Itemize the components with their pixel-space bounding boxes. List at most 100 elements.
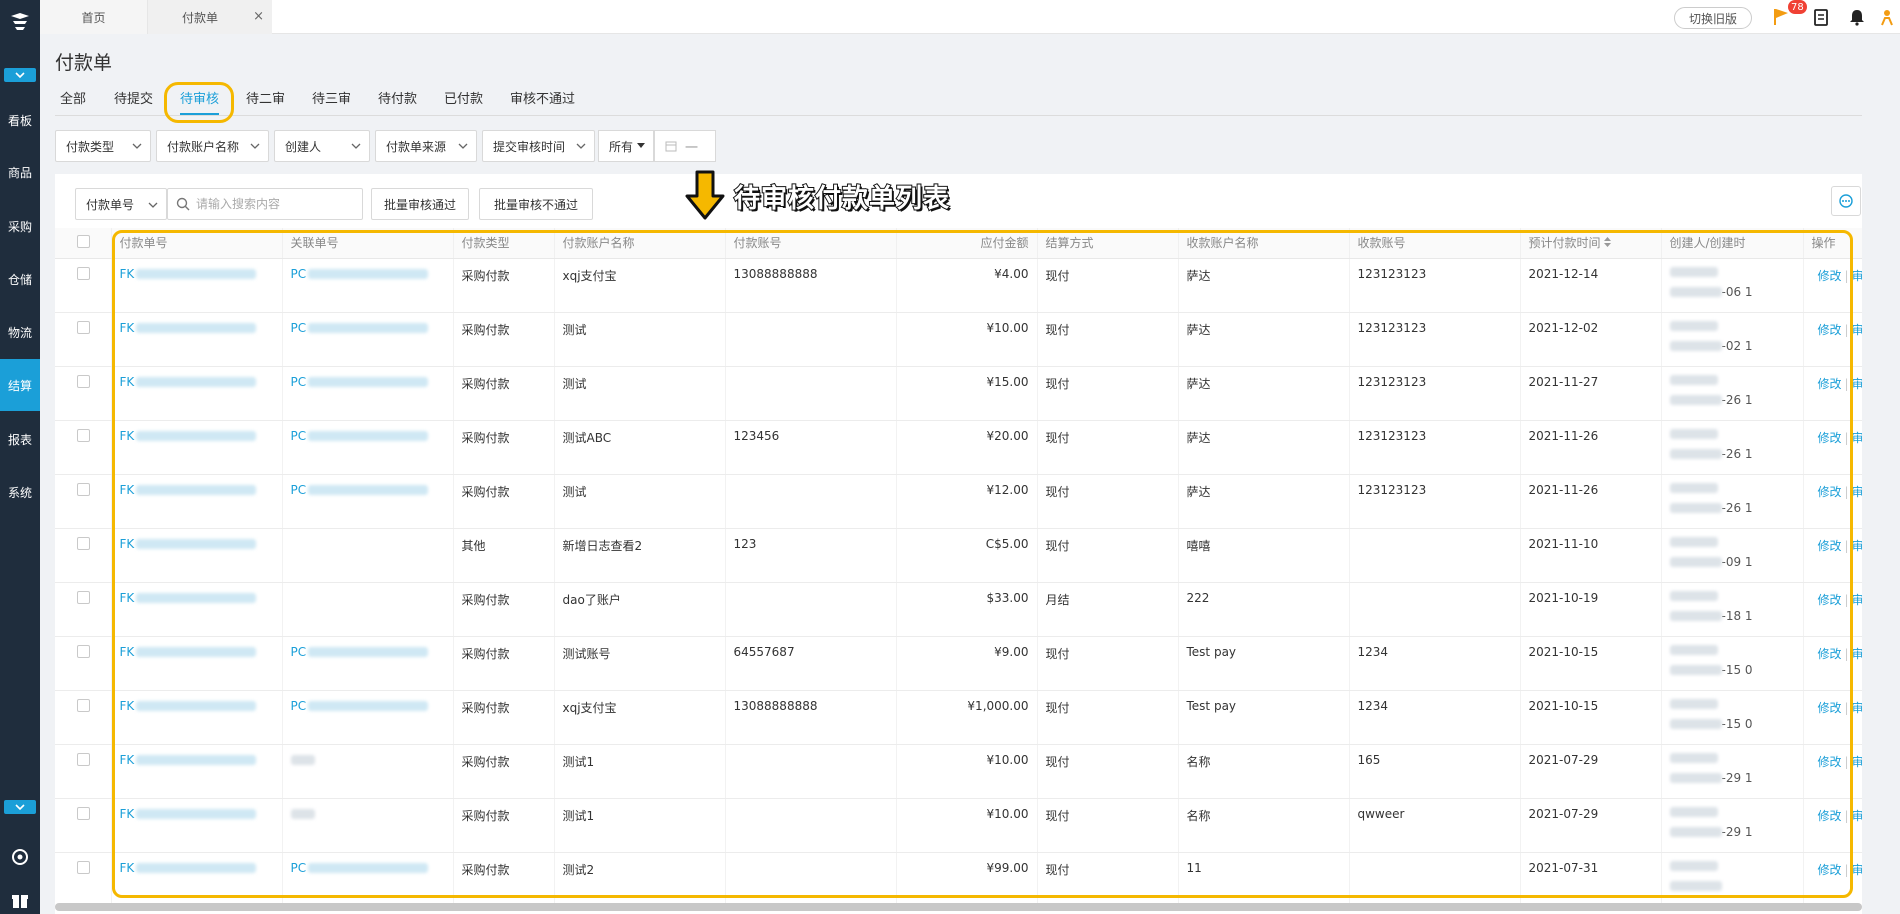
sidebar-item-logistics[interactable]: 物流 <box>0 306 40 358</box>
search-type-select[interactable]: 付款单号 <box>75 188 167 220</box>
edit-link[interactable]: 修改 <box>1818 485 1842 499</box>
tab-home[interactable]: 首页 <box>40 0 148 34</box>
review-detail-link[interactable]: 审核详情 <box>1852 485 1861 499</box>
review-detail-link[interactable]: 审核详情 <box>1852 701 1861 715</box>
submit-time-select[interactable]: 提交审核时间 <box>482 130 595 162</box>
row-checkbox[interactable] <box>77 374 90 388</box>
sidebar-item-purchase[interactable]: 采购 <box>0 200 40 252</box>
sidebar-item-warehouse[interactable]: 仓储 <box>0 253 40 305</box>
payment-no-link[interactable]: FK <box>120 699 135 713</box>
related-no-link[interactable]: PC <box>291 429 307 443</box>
tab-payment-orders[interactable]: 付款单 × <box>148 0 272 34</box>
row-checkbox[interactable] <box>77 698 90 712</box>
row-checkbox[interactable] <box>77 482 90 496</box>
clipboard-icon[interactable] <box>1810 6 1832 28</box>
edit-link[interactable]: 修改 <box>1818 269 1842 283</box>
payment-no-link[interactable]: FK <box>120 537 135 551</box>
related-no-link[interactable]: PC <box>291 645 307 659</box>
payment-no-link[interactable]: FK <box>120 429 135 443</box>
payment-no-link[interactable]: FK <box>120 483 135 497</box>
payment-no-link[interactable]: FK <box>120 807 135 821</box>
sidebar-collapse-bottom-icon[interactable] <box>4 800 36 814</box>
tab-second-review[interactable]: 待二审 <box>246 88 285 114</box>
edit-link[interactable]: 修改 <box>1818 539 1842 553</box>
close-icon[interactable]: × <box>253 9 264 24</box>
related-no-link[interactable]: PC <box>291 861 307 875</box>
row-checkbox[interactable] <box>77 590 90 604</box>
tab-pending-payment[interactable]: 待付款 <box>378 88 417 114</box>
review-detail-link[interactable]: 审核详情 <box>1852 269 1861 283</box>
related-no-link[interactable]: PC <box>291 699 307 713</box>
tab-all[interactable]: 全部 <box>60 88 86 114</box>
action-separator: | <box>1844 700 1849 715</box>
review-detail-link[interactable]: 审核详情 <box>1852 377 1861 391</box>
batch-reject-button[interactable]: 批量审核不通过 <box>479 188 593 220</box>
table-body: FK PC 采购付款 xqj支付宝 13088888888 ¥4.00 现付 萨达 123123… <box>55 258 1862 907</box>
creator-select[interactable]: 创建人 <box>274 130 370 162</box>
related-no-link[interactable]: PC <box>291 483 307 497</box>
edit-link[interactable]: 修改 <box>1818 431 1842 445</box>
row-checkbox[interactable] <box>77 320 90 334</box>
gift-icon[interactable] <box>0 886 40 914</box>
review-detail-link[interactable]: 审核详情 <box>1852 755 1861 769</box>
edit-link[interactable]: 修改 <box>1818 593 1842 607</box>
review-detail-link[interactable]: 审核详情 <box>1852 647 1861 661</box>
review-detail-link[interactable]: 审核详情 <box>1852 593 1861 607</box>
row-checkbox[interactable] <box>77 428 90 442</box>
payment-no-link[interactable]: FK <box>120 753 135 767</box>
row-checkbox[interactable] <box>77 860 90 874</box>
edit-link[interactable]: 修改 <box>1818 323 1842 337</box>
edit-link[interactable]: 修改 <box>1818 863 1842 877</box>
payment-no-link[interactable]: FK <box>120 861 135 875</box>
switch-old-version-button[interactable]: 切换旧版 <box>1674 7 1752 29</box>
review-detail-link[interactable]: 审核详情 <box>1852 539 1861 553</box>
row-checkbox[interactable] <box>77 806 90 820</box>
date-range-picker[interactable]: 一 <box>654 130 716 162</box>
sidebar-collapse-top-icon[interactable] <box>4 68 36 82</box>
payment-no-link[interactable]: FK <box>120 267 135 281</box>
payment-no-link[interactable]: FK <box>120 645 135 659</box>
column-settings-button[interactable] <box>1831 186 1861 216</box>
sidebar-item-products[interactable]: 商品 <box>0 146 40 198</box>
col-pay-date[interactable]: 预计付款时间 <box>1520 228 1662 259</box>
batch-approve-button[interactable]: 批量审核通过 <box>371 188 469 220</box>
row-checkbox[interactable] <box>77 644 90 658</box>
edit-link[interactable]: 修改 <box>1818 809 1842 823</box>
payment-no-link[interactable]: FK <box>120 321 135 335</box>
sidebar-item-system[interactable]: 系统 <box>0 466 40 518</box>
search-input[interactable] <box>196 197 356 211</box>
row-checkbox[interactable] <box>77 752 90 766</box>
tab-pending-submit[interactable]: 待提交 <box>114 88 153 114</box>
support-icon[interactable] <box>0 843 40 871</box>
edit-link[interactable]: 修改 <box>1818 701 1842 715</box>
edit-link[interactable]: 修改 <box>1818 377 1842 391</box>
related-no-link[interactable]: PC <box>291 375 307 389</box>
edit-link[interactable]: 修改 <box>1818 647 1842 661</box>
review-detail-link[interactable]: 审核详情 <box>1852 809 1861 823</box>
payment-no-link[interactable]: FK <box>120 375 135 389</box>
sidebar-item-reports[interactable]: 报表 <box>0 413 40 465</box>
review-detail-link[interactable]: 审核详情 <box>1852 323 1861 337</box>
horizontal-scrollbar[interactable] <box>55 903 1862 911</box>
tab-paid[interactable]: 已付款 <box>444 88 483 114</box>
tab-third-review[interactable]: 待三审 <box>312 88 351 114</box>
edit-link[interactable]: 修改 <box>1818 755 1842 769</box>
related-no-link[interactable]: PC <box>291 321 307 335</box>
logo-icon[interactable] <box>0 0 40 44</box>
tab-rejected[interactable]: 审核不通过 <box>510 88 575 114</box>
row-checkbox[interactable] <box>77 266 90 280</box>
related-no-link[interactable]: PC <box>291 267 307 281</box>
row-checkbox[interactable] <box>77 536 90 550</box>
sidebar-item-dashboard[interactable]: 看板 <box>0 94 40 146</box>
account-name-select[interactable]: 付款账户名称 <box>156 130 269 162</box>
source-select[interactable]: 付款单来源 <box>375 130 477 162</box>
select-all-checkbox[interactable] <box>77 234 90 248</box>
payment-no-link[interactable]: FK <box>120 591 135 605</box>
user-avatar-icon[interactable] <box>1876 6 1898 28</box>
review-detail-link[interactable]: 审核详情 <box>1852 431 1861 445</box>
range-all-select[interactable]: 所有 <box>598 130 654 162</box>
sidebar-item-settlement[interactable]: 结算 <box>0 359 40 411</box>
review-detail-link[interactable]: 审核详情 <box>1852 863 1861 877</box>
bell-icon[interactable] <box>1846 6 1868 28</box>
pay-type-select[interactable]: 付款类型 <box>55 130 151 162</box>
